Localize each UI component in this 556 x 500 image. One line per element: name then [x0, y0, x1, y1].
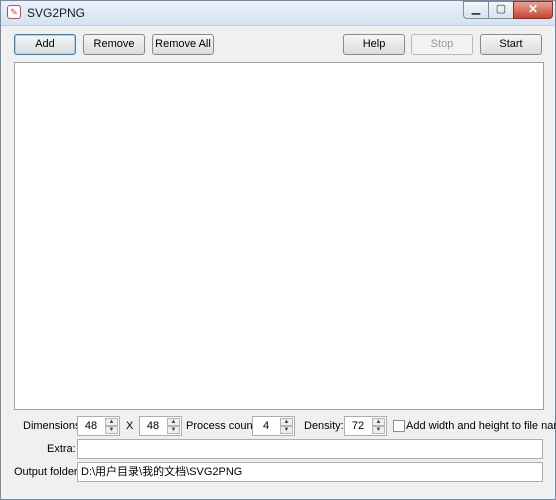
arrow-up-icon[interactable]: ▲ [280, 418, 293, 426]
arrow-down-icon[interactable]: ▼ [280, 426, 293, 434]
width-stepper[interactable]: ▲ ▼ [105, 418, 118, 434]
width-value: 48 [84, 420, 98, 432]
output-folder-input[interactable]: D:\用户目录\我的文档\SVG2PNG [77, 462, 543, 482]
extra-label: Extra: [47, 443, 76, 455]
process-count-label: Process count: [186, 420, 259, 432]
file-list[interactable] [14, 62, 544, 410]
process-count-stepper[interactable]: ▲ ▼ [280, 418, 293, 434]
maximize-icon: ▢ [495, 3, 507, 15]
arrow-up-icon[interactable]: ▲ [105, 418, 118, 426]
arrow-up-icon[interactable]: ▲ [372, 418, 385, 426]
add-size-checkbox[interactable] [393, 420, 405, 432]
width-spinbox[interactable]: 48 ▲ ▼ [77, 416, 120, 436]
app-icon: ✎ [7, 5, 21, 19]
density-label: Density: [304, 420, 344, 432]
process-count-value: 4 [262, 420, 270, 432]
dimensions-label: Dimensions: [23, 420, 84, 432]
arrow-down-icon[interactable]: ▼ [372, 426, 385, 434]
add-size-label[interactable]: Add width and height to file name [406, 420, 556, 432]
window-title: SVG2PNG [27, 6, 86, 20]
remove-button[interactable]: Remove [83, 34, 145, 55]
add-button[interactable]: Add [14, 34, 76, 55]
arrow-down-icon[interactable]: ▼ [105, 426, 118, 434]
close-button[interactable]: ✕ [513, 1, 553, 19]
density-stepper[interactable]: ▲ ▼ [372, 418, 385, 434]
arrow-up-icon[interactable]: ▲ [167, 418, 180, 426]
minimize-icon: ▁ [471, 3, 481, 15]
output-folder-label: Output folder: [14, 466, 81, 478]
app-window: ✎ SVG2PNG ▁ ▢ ✕ Add Remove Remove All He… [0, 0, 556, 500]
help-button[interactable]: Help [343, 34, 405, 55]
maximize-button[interactable]: ▢ [488, 1, 514, 19]
height-value: 48 [146, 420, 160, 432]
remove-all-button[interactable]: Remove All [152, 34, 214, 55]
start-button[interactable]: Start [480, 34, 542, 55]
height-spinbox[interactable]: 48 ▲ ▼ [139, 416, 182, 436]
title-bar: ✎ SVG2PNG ▁ ▢ ✕ [1, 1, 555, 26]
close-icon: ✕ [527, 2, 539, 16]
height-stepper[interactable]: ▲ ▼ [167, 418, 180, 434]
dimension-separator: X [126, 420, 134, 432]
density-spinbox[interactable]: 72 ▲ ▼ [344, 416, 387, 436]
density-value: 72 [351, 420, 365, 432]
process-count-spinbox[interactable]: 4 ▲ ▼ [252, 416, 295, 436]
arrow-down-icon[interactable]: ▼ [167, 426, 180, 434]
minimize-button[interactable]: ▁ [463, 1, 489, 19]
stop-button[interactable]: Stop [411, 34, 473, 55]
extra-input[interactable] [77, 439, 543, 459]
